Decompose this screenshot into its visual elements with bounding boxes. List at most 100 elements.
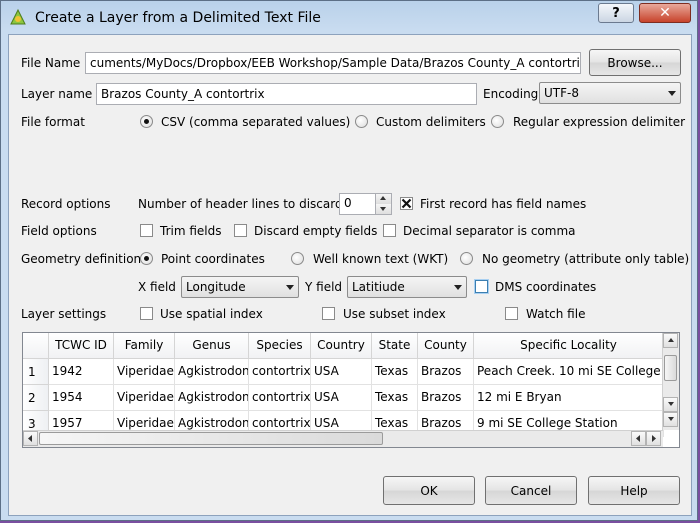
scroll-right-icon[interactable]: [646, 431, 661, 446]
layer-name-input[interactable]: Brazos County_A contortrix: [96, 83, 477, 105]
table-cell[interactable]: 1942: [49, 359, 114, 385]
dialog-body: File Name cuments/MyDocs/Dropbox/EEB Wor…: [8, 34, 692, 516]
format-csv-label: CSV (comma separated values): [161, 115, 351, 129]
record-options-label: Record options: [21, 197, 111, 211]
layer-name-label: Layer name: [21, 87, 93, 101]
geometry-definition-label: Geometry definition: [21, 252, 142, 266]
table-cell[interactable]: 12 mi E Bryan: [474, 385, 664, 411]
geometry-point-radio[interactable]: [140, 252, 153, 265]
table-cell[interactable]: Viperidae: [114, 359, 175, 385]
subset-index-checkbox[interactable]: [322, 307, 335, 320]
scroll-up-icon[interactable]: [663, 333, 678, 348]
format-csv-radio[interactable]: [140, 115, 153, 128]
column-header[interactable]: Country: [311, 333, 372, 359]
table-cell[interactable]: contortrix: [249, 385, 311, 411]
x-field-select[interactable]: Longitude: [181, 276, 299, 298]
dialog-window: Create a Layer from a Delimited Text Fil…: [0, 0, 698, 521]
scroll-left-icon[interactable]: [631, 431, 646, 446]
column-header[interactable]: County: [418, 333, 474, 359]
table-cell[interactable]: Agkistrodon: [175, 385, 249, 411]
title-help-button[interactable]: ?: [598, 3, 634, 23]
file-name-input[interactable]: cuments/MyDocs/Dropbox/EEB Workshop/Samp…: [85, 52, 581, 74]
column-header[interactable]: Species: [249, 333, 311, 359]
cancel-button[interactable]: Cancel: [485, 476, 577, 505]
table-cell[interactable]: Texas: [372, 385, 418, 411]
y-field-select[interactable]: Latitiude: [347, 276, 467, 298]
format-regex-label: Regular expression delimiter: [513, 115, 686, 129]
row-header[interactable]: 2: [23, 385, 49, 411]
geometry-wkt-label: Well known text (WKT): [313, 252, 449, 266]
table-cell[interactable]: Peach Creek. 10 mi SE College S: [474, 359, 664, 385]
chevron-down-icon: [454, 285, 462, 290]
spatial-index-label: Use spatial index: [160, 307, 263, 321]
row-header[interactable]: 1: [23, 359, 49, 385]
scroll-down-icon[interactable]: [663, 397, 678, 412]
qgis-app-icon: [10, 8, 26, 25]
file-format-label: File format: [21, 115, 85, 129]
table-cell[interactable]: Agkistrodon: [175, 359, 249, 385]
first-record-checkbox[interactable]: [400, 197, 413, 210]
table-cell[interactable]: Brazos: [418, 385, 474, 411]
encoding-select[interactable]: UTF-8: [539, 82, 681, 104]
x-field-label: X field: [138, 280, 176, 294]
dms-coordinates-label: DMS coordinates: [495, 280, 597, 294]
table-corner: [23, 333, 49, 359]
watch-file-checkbox[interactable]: [505, 307, 518, 320]
geometry-wkt-radio[interactable]: [291, 252, 304, 265]
y-field-value: Latitiude: [352, 280, 405, 294]
x-field-value: Longitude: [186, 280, 246, 294]
scroll-down-icon[interactable]: [663, 412, 678, 427]
header-lines-spinbox[interactable]: 0: [339, 193, 392, 215]
vertical-scroll-thumb[interactable]: [664, 355, 677, 381]
decimal-comma-label: Decimal separator is comma: [403, 224, 576, 238]
table-cell[interactable]: contortrix: [249, 359, 311, 385]
chevron-down-icon: [286, 285, 294, 290]
table-cell[interactable]: USA: [311, 385, 372, 411]
layer-settings-label: Layer settings: [21, 307, 107, 321]
table-cell[interactable]: Texas: [372, 359, 418, 385]
ok-button[interactable]: OK: [383, 476, 475, 505]
file-name-value: cuments/MyDocs/Dropbox/EEB Workshop/Samp…: [90, 56, 581, 70]
check-x-icon: [401, 198, 412, 209]
discard-empty-label: Discard empty fields: [254, 224, 378, 238]
header-lines-label: Number of header lines to discard: [138, 197, 343, 211]
encoding-label: Encoding: [483, 87, 539, 101]
format-regex-radio[interactable]: [491, 115, 504, 128]
table-cell[interactable]: 1954: [49, 385, 114, 411]
column-header[interactable]: Genus: [175, 333, 249, 359]
column-header[interactable]: TCWC ID: [49, 333, 114, 359]
subset-index-label: Use subset index: [343, 307, 446, 321]
trim-fields-label: Trim fields: [160, 224, 222, 238]
first-record-label: First record has field names: [420, 197, 587, 211]
column-header[interactable]: Family: [114, 333, 175, 359]
table-vertical-scrollbar[interactable]: [662, 333, 679, 430]
scroll-left-icon[interactable]: [23, 431, 38, 446]
discard-empty-checkbox[interactable]: [234, 224, 247, 237]
spin-down-icon[interactable]: [375, 204, 391, 214]
geometry-none-radio[interactable]: [460, 252, 473, 265]
y-field-label: Y field: [305, 280, 343, 294]
column-header[interactable]: Specific Locality: [474, 333, 664, 359]
decimal-comma-checkbox[interactable]: [383, 224, 396, 237]
encoding-value: UTF-8: [544, 86, 579, 100]
chevron-down-icon: [668, 91, 676, 96]
header-lines-value: 0: [344, 196, 352, 210]
table-cell[interactable]: Brazos: [418, 359, 474, 385]
close-icon: ✕: [659, 5, 671, 21]
table-horizontal-scrollbar[interactable]: [23, 430, 663, 447]
browse-button[interactable]: Browse...: [589, 49, 681, 76]
format-custom-radio[interactable]: [355, 115, 368, 128]
title-close-button[interactable]: ✕: [639, 3, 691, 23]
column-header[interactable]: State: [372, 333, 418, 359]
table-cell[interactable]: Viperidae: [114, 385, 175, 411]
file-name-label: File Name: [21, 56, 81, 70]
help-button[interactable]: Help: [588, 476, 680, 505]
geometry-point-label: Point coordinates: [161, 252, 265, 266]
spatial-index-checkbox[interactable]: [140, 307, 153, 320]
horizontal-scroll-thumb[interactable]: [39, 432, 383, 445]
format-custom-label: Custom delimiters: [376, 115, 486, 129]
table-cell[interactable]: USA: [311, 359, 372, 385]
dms-coordinates-checkbox[interactable]: [475, 280, 488, 293]
trim-fields-checkbox[interactable]: [140, 224, 153, 237]
title-bar: Create a Layer from a Delimited Text Fil…: [1, 1, 697, 35]
